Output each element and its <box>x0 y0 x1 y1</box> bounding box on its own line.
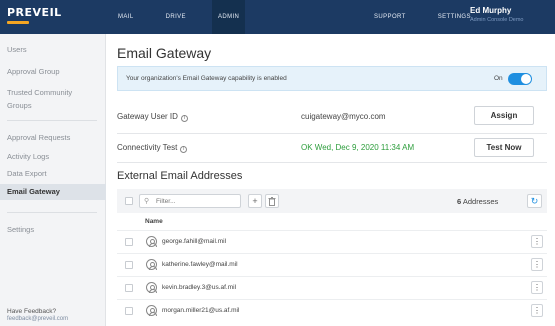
add-address-button[interactable]: + <box>248 194 262 208</box>
row-checkbox[interactable] <box>125 261 133 269</box>
trash-icon <box>268 197 276 206</box>
kebab-menu-icon[interactable]: ⋮ <box>531 304 543 317</box>
user-name: Ed Murphy <box>470 6 512 15</box>
toggle-label: On <box>494 75 503 82</box>
preveil-logo[interactable]: PREVEIL <box>7 6 62 24</box>
sidebar-item-email-gateway[interactable]: Email Gateway <box>0 184 106 200</box>
user-menu[interactable]: Ed Murphy Admin Console Demo <box>470 6 524 23</box>
sidebar-divider <box>7 120 97 121</box>
email-address: george.fahill@mail.mil <box>162 238 227 245</box>
status-banner: Your organization's Email Gateway capabi… <box>117 66 547 91</box>
section-title: External Email Addresses <box>117 170 243 182</box>
user-circle-icon <box>146 305 157 316</box>
email-address: katherine.fawley@mail.mil <box>162 261 238 268</box>
sidebar-item-approval-requests[interactable]: Approval Requests <box>0 132 106 144</box>
kebab-menu-icon[interactable]: ⋮ <box>531 235 543 248</box>
sidebar: Users Approval Group Trusted Community G… <box>0 34 106 326</box>
divider <box>117 133 547 134</box>
sidebar-item-groups[interactable]: Groups <box>0 100 106 112</box>
user-circle-icon <box>146 236 157 247</box>
connectivity-status: OK Wed, Dec 9, 2020 11:34 AM <box>301 143 415 152</box>
toggle-knob <box>521 74 531 84</box>
gateway-user-value: cuigateway@myco.com <box>301 112 386 121</box>
sidebar-item-trusted-community[interactable]: Trusted Community <box>0 87 106 99</box>
table-row[interactable]: morgan.miller21@us.af.mil ⋮ <box>117 299 547 321</box>
address-count: 6 Addresses <box>457 197 498 206</box>
row-checkbox[interactable] <box>125 307 133 315</box>
main-nav: MAIL DRIVE ADMIN <box>112 0 265 34</box>
user-circle-icon <box>146 259 157 270</box>
sidebar-item-users[interactable]: Users <box>0 44 106 56</box>
top-bar: PREVEIL MAIL DRIVE ADMIN SUPPORT SETTING… <box>0 0 555 34</box>
address-count-suffix: Addresses <box>462 197 499 206</box>
gateway-user-label-text: Gateway User ID <box>117 112 178 121</box>
email-address: morgan.miller21@us.af.mil <box>162 307 240 314</box>
logo-text: PREVEIL <box>7 6 62 19</box>
gateway-toggle[interactable] <box>508 73 532 85</box>
filter-icon: ⚲ <box>144 198 150 205</box>
nav-drive[interactable]: DRIVE <box>160 0 192 34</box>
connectivity-label-text: Connectivity Test <box>117 143 178 152</box>
nav-mail[interactable]: MAIL <box>112 0 140 34</box>
sidebar-divider <box>7 212 97 213</box>
delete-address-button[interactable] <box>265 194 279 208</box>
sidebar-item-settings[interactable]: Settings <box>0 224 106 236</box>
table-row[interactable]: george.fahill@mail.mil ⋮ <box>117 230 547 252</box>
info-icon[interactable]: i <box>180 146 188 153</box>
plus-icon: + <box>252 196 258 206</box>
table-row[interactable]: katherine.fawley@mail.mil ⋮ <box>117 253 547 275</box>
kebab-menu-icon[interactable]: ⋮ <box>531 281 543 294</box>
logo-mark-icon <box>7 21 29 24</box>
sidebar-item-data-export[interactable]: Data Export <box>0 168 106 180</box>
feedback-title: Have Feedback? <box>7 308 57 315</box>
feedback-block: Have Feedback? feedback@preveil.com <box>7 308 68 322</box>
email-address: kevin.bradley.3@us.af.mil <box>162 284 237 291</box>
address-count-number: 6 <box>457 197 462 206</box>
table-row[interactable]: kevin.bradley.3@us.af.mil ⋮ <box>117 276 547 298</box>
row-checkbox[interactable] <box>125 238 133 246</box>
divider <box>117 162 547 163</box>
refresh-icon: ↻ <box>530 196 539 206</box>
nav-support[interactable]: SUPPORT <box>368 0 412 34</box>
test-now-button[interactable]: Test Now <box>474 138 534 157</box>
address-toolbar: ⚲ + 6 Addresses ↻ <box>117 189 547 213</box>
connectivity-label: Connectivity Test i <box>117 143 188 153</box>
banner-text: Your organization's Email Gateway capabi… <box>126 75 287 82</box>
sidebar-item-activity-logs[interactable]: Activity Logs <box>0 151 106 163</box>
sidebar-item-approval-group[interactable]: Approval Group <box>0 66 106 78</box>
select-all-checkbox[interactable] <box>125 197 133 205</box>
nav-admin[interactable]: ADMIN <box>211 0 246 34</box>
page-title: Email Gateway <box>117 45 212 61</box>
main-content: Email Gateway Your organization's Email … <box>107 34 555 326</box>
feedback-email-link[interactable]: feedback@preveil.com <box>7 316 68 322</box>
assign-button[interactable]: Assign <box>474 106 534 125</box>
refresh-button[interactable]: ↻ <box>527 194 542 208</box>
filter-input[interactable] <box>139 194 241 208</box>
row-checkbox[interactable] <box>125 284 133 292</box>
user-circle-icon <box>146 282 157 293</box>
user-role: Admin Console Demo <box>470 17 524 23</box>
kebab-menu-icon[interactable]: ⋮ <box>531 258 543 271</box>
column-header-name[interactable]: Name <box>145 218 163 225</box>
info-icon[interactable]: i <box>180 115 188 122</box>
gateway-user-label: Gateway User ID i <box>117 112 188 122</box>
